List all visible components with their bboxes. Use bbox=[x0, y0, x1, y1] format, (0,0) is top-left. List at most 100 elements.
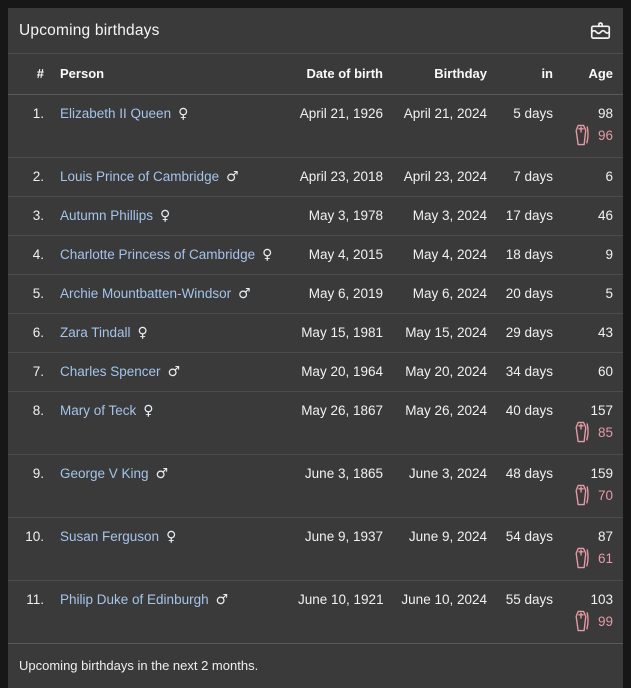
days-until: 34 days bbox=[487, 351, 553, 391]
female-icon: ♀ bbox=[143, 402, 154, 419]
age-value: 87 bbox=[597, 528, 613, 544]
person-link[interactable]: Zara Tindall bbox=[60, 325, 131, 340]
birthdays-table: # Person Date of birth Birthday in Age 1… bbox=[8, 54, 623, 643]
table-row: 11. Philip Duke of Edinburgh ♂ June 10, 1… bbox=[8, 579, 623, 643]
death-age-value: 61 bbox=[597, 550, 613, 566]
death-age-row: 96 bbox=[553, 124, 613, 147]
upcoming-birthdays-card: Upcoming birthdays # Person Date of birt… bbox=[8, 8, 623, 688]
days-until: 54 days bbox=[487, 516, 553, 580]
death-age-row: 70 bbox=[553, 484, 613, 507]
date-of-birth: May 15, 1981 bbox=[298, 312, 383, 352]
row-number: 5. bbox=[8, 273, 50, 313]
birthday-table-body: 1. Elizabeth II Queen ♀ April 21, 1926 Ap… bbox=[8, 94, 623, 643]
row-number: 10. bbox=[8, 516, 50, 580]
days-until: 20 days bbox=[487, 273, 553, 313]
person-cell: Philip Duke of Edinburgh ♂ bbox=[50, 579, 298, 643]
coffin-icon bbox=[573, 484, 591, 506]
date-of-birth: May 20, 1964 bbox=[298, 351, 383, 391]
person-link[interactable]: Autumn Phillips bbox=[60, 208, 153, 223]
age-value: 98 bbox=[597, 105, 613, 121]
birthday-date: May 4, 2024 bbox=[383, 234, 487, 274]
date-of-birth: June 3, 1865 bbox=[298, 453, 383, 517]
age-value: 60 bbox=[597, 363, 613, 379]
table-row: 3. Autumn Phillips ♀ May 3, 1978 May 3, 2… bbox=[8, 195, 623, 235]
row-number: 1. bbox=[32, 105, 44, 121]
person-link[interactable]: Philip Duke of Edinburgh bbox=[60, 592, 209, 607]
age-cell: 87 61 bbox=[553, 516, 623, 580]
table-row: 10. Susan Ferguson ♀ June 9, 1937 June 9,… bbox=[8, 516, 623, 580]
person-cell: George V King ♂ bbox=[50, 453, 298, 517]
column-header-birthday: Birthday bbox=[383, 54, 487, 95]
person-link[interactable]: Charles Spencer bbox=[60, 364, 161, 379]
cake-icon bbox=[588, 18, 613, 43]
birthday-date: April 23, 2024 bbox=[383, 156, 487, 196]
days-until: 40 days bbox=[487, 390, 553, 454]
age-value: 103 bbox=[590, 591, 613, 607]
table-row: 1. Elizabeth II Queen ♀ April 21, 1926 Ap… bbox=[8, 94, 623, 157]
male-icon: ♂ bbox=[215, 591, 229, 608]
card-title-bar: Upcoming birthdays bbox=[8, 8, 623, 54]
male-icon: ♂ bbox=[167, 363, 181, 380]
days-until: 48 days bbox=[487, 453, 553, 517]
row-number: 2. bbox=[8, 156, 50, 196]
table-row: 9. George V King ♂ June 3, 1865 June 3, 2… bbox=[8, 453, 623, 517]
birthday-date: June 3, 2024 bbox=[383, 453, 487, 517]
days-until: 5 days bbox=[513, 105, 553, 121]
person-cell: Louis Prince of Cambridge ♂ bbox=[50, 156, 298, 196]
age-value: 6 bbox=[605, 168, 613, 184]
age-cell: 98 96 bbox=[553, 94, 623, 157]
female-icon: ♀ bbox=[262, 246, 273, 263]
death-age-row: 99 bbox=[553, 610, 613, 633]
age-value: 46 bbox=[597, 207, 613, 223]
age-cell: 157 85 bbox=[553, 390, 623, 454]
date-of-birth: May 3, 1978 bbox=[298, 195, 383, 235]
person-link[interactable]: Louis Prince of Cambridge bbox=[60, 169, 219, 184]
person-cell: Autumn Phillips ♀ bbox=[50, 195, 298, 235]
person-link[interactable]: Susan Ferguson bbox=[60, 529, 159, 544]
days-until: 18 days bbox=[487, 234, 553, 274]
age-value: 9 bbox=[605, 246, 613, 262]
date-of-birth: April 21, 1926 bbox=[299, 105, 383, 121]
table-row: 8. Mary of Teck ♀ May 26, 1867 May 26, 20… bbox=[8, 390, 623, 454]
column-header-in: in bbox=[487, 54, 553, 95]
birthday-date: June 9, 2024 bbox=[383, 516, 487, 580]
age-cell: 159 70 bbox=[553, 453, 623, 517]
female-icon: ♀ bbox=[166, 528, 177, 545]
female-icon: ♀ bbox=[137, 324, 148, 341]
age-value: 157 bbox=[590, 402, 613, 418]
table-row: 4. Charlotte Princess of Cambridge ♀ May … bbox=[8, 234, 623, 274]
age-cell: 46 bbox=[553, 195, 623, 235]
row-number: 4. bbox=[8, 234, 50, 274]
table-row: 5. Archie Mountbatten-Windsor ♂ May 6, 20… bbox=[8, 273, 623, 313]
row-number: 3. bbox=[8, 195, 50, 235]
row-number: 8. bbox=[8, 390, 50, 454]
female-icon: ♀ bbox=[160, 207, 171, 224]
person-link[interactable]: George V King bbox=[60, 466, 149, 481]
age-cell: 103 99 bbox=[553, 579, 623, 643]
column-header-person: Person bbox=[50, 54, 298, 95]
person-cell: Mary of Teck ♀ bbox=[50, 390, 298, 454]
birthday-date: May 6, 2024 bbox=[383, 273, 487, 313]
table-row: 6. Zara Tindall ♀ May 15, 1981 May 15, 20… bbox=[8, 312, 623, 352]
column-header-age: Age bbox=[553, 54, 623, 95]
row-number: 9. bbox=[8, 453, 50, 517]
date-of-birth: May 6, 2019 bbox=[298, 273, 383, 313]
age-cell: 43 bbox=[553, 312, 623, 352]
person-cell: Elizabeth II Queen ♀ bbox=[50, 94, 298, 157]
person-link[interactable]: Elizabeth II Queen bbox=[60, 106, 171, 121]
death-age-value: 85 bbox=[597, 424, 613, 440]
coffin-icon bbox=[573, 610, 591, 632]
birthday-date: June 10, 2024 bbox=[383, 579, 487, 643]
person-cell: Archie Mountbatten-Windsor ♂ bbox=[50, 273, 298, 313]
person-link[interactable]: Mary of Teck bbox=[60, 403, 136, 418]
person-link[interactable]: Archie Mountbatten-Windsor bbox=[60, 286, 231, 301]
days-until: 7 days bbox=[487, 156, 553, 196]
person-cell: Susan Ferguson ♀ bbox=[50, 516, 298, 580]
age-cell: 60 bbox=[553, 351, 623, 391]
person-link[interactable]: Charlotte Princess of Cambridge bbox=[60, 247, 255, 262]
male-icon: ♂ bbox=[238, 285, 251, 302]
column-header-dob: Date of birth bbox=[298, 54, 383, 95]
age-value: 43 bbox=[597, 324, 613, 340]
male-icon: ♂ bbox=[226, 168, 239, 185]
card-title: Upcoming birthdays bbox=[19, 21, 160, 39]
